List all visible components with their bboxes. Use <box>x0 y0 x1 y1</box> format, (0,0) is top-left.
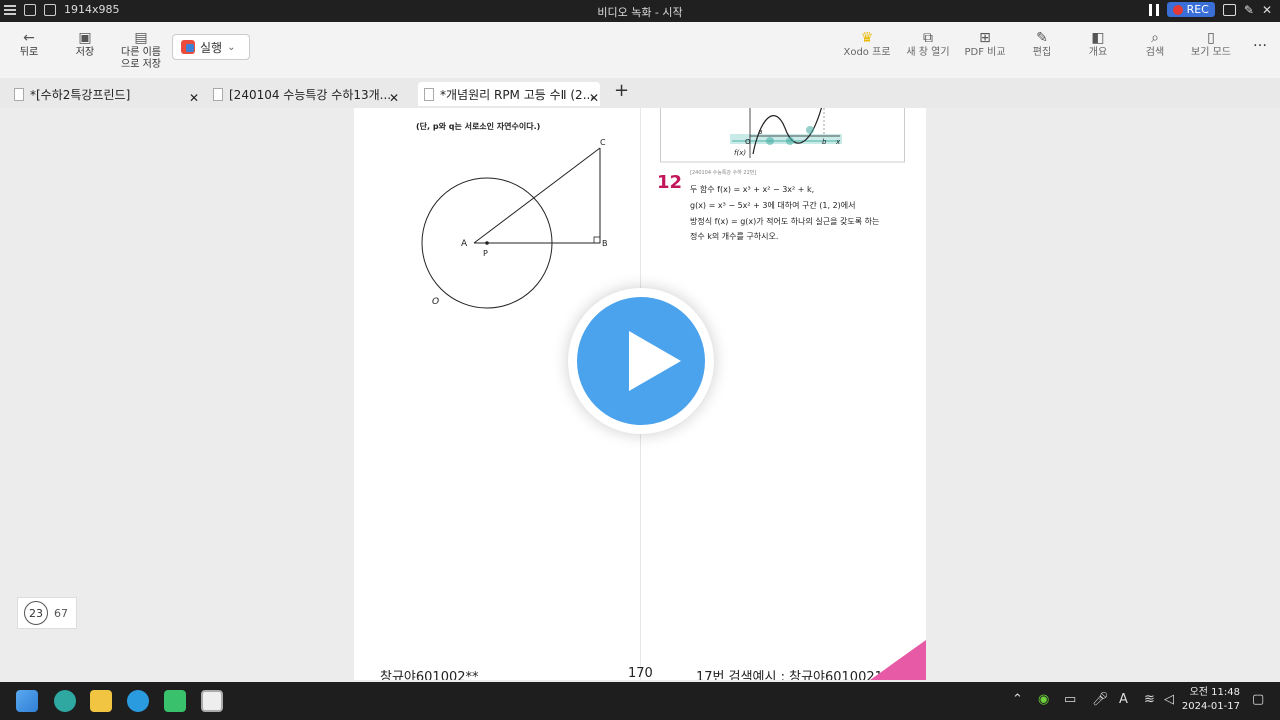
taskbar: ⌃ ◉ ▭ 🎤︎ A ≋ ◁ 오전 11:48 2024-01-17 ▢ <box>0 682 1280 720</box>
toolbar: ← 뒤로 ▣ 저장 ▤ 다른 이름 으로 저장 실행 ⌄ ♛ Xodo 프로 ⧉… <box>0 22 1280 78</box>
label-c: C <box>600 138 606 147</box>
chevron-up-icon[interactable]: ⌃ <box>1012 692 1023 707</box>
record-icon <box>1172 4 1183 15</box>
play-button[interactable] <box>568 288 714 434</box>
new-window-button[interactable]: ⧉ 새 창 열기 <box>903 30 953 59</box>
tab-2[interactable]: [240104 수능특강 수하13개... <box>213 82 391 106</box>
chat-app-icon[interactable] <box>164 690 186 712</box>
question-number: 12 <box>657 172 683 193</box>
tab-1[interactable]: *[수하2특강프린드] <box>14 82 130 106</box>
xodo-pro-button[interactable]: ♛ Xodo 프로 <box>842 30 892 59</box>
folder-icon[interactable] <box>90 690 112 712</box>
circle-diagram: A P B C O <box>421 138 608 309</box>
save-as-icon: ▤ <box>134 30 148 46</box>
label-p: P <box>483 249 488 258</box>
outline-button[interactable]: ◧ 개요 <box>1078 30 1118 59</box>
pause-icon[interactable] <box>1148 3 1159 16</box>
panel-icon: ◧ <box>1091 30 1105 46</box>
save-icon: ▣ <box>78 30 92 46</box>
document-icon <box>424 87 434 101</box>
pdf-compare-button[interactable]: ⊞ PDF 비교 <box>960 30 1010 59</box>
label-b: B <box>602 239 608 248</box>
document-icon <box>213 87 223 101</box>
more-button[interactable]: … <box>1248 35 1272 49</box>
pen-icon[interactable]: ✎ <box>1244 3 1254 17</box>
clock[interactable]: 오전 11:48 2024-01-17 <box>1182 686 1240 714</box>
question-line-3: 방정식 f(x) = g(x)가 적어도 하나의 실근을 갖도록 하는 <box>690 217 880 226</box>
compare-icon: ⊞ <box>979 30 991 46</box>
crown-icon: ♛ <box>860 30 874 46</box>
footer-left: 창규야601002** <box>380 670 479 680</box>
notification-icon[interactable]: ▢ <box>1252 692 1264 707</box>
graph-label-x: x <box>835 138 841 146</box>
close-tab-icon[interactable]: ✕ <box>389 86 399 110</box>
page-counter[interactable]: 23 67 <box>17 597 77 629</box>
run-button[interactable]: 실행 ⌄ <box>172 34 250 60</box>
start-icon[interactable] <box>16 690 38 712</box>
question-source: [240104 수능특강 수하 22번] <box>690 170 757 176</box>
view-mode-button[interactable]: ▯ 보기 모드 <box>1186 30 1236 59</box>
save-as-button[interactable]: ▤ 다른 이름 으로 저장 <box>116 30 166 71</box>
tab-bar: *[수하2특강프린드] ✕ [240104 수능특강 수하13개... ✕ *개… <box>0 78 1280 108</box>
status-icon[interactable]: ◉ <box>1038 692 1049 707</box>
rec-button[interactable]: REC <box>1166 2 1215 17</box>
graph-label-o: O <box>745 138 751 146</box>
search-button[interactable]: ⌕ 검색 <box>1135 30 1175 59</box>
close-icon[interactable]: ✕ <box>1262 3 1272 17</box>
label-a: A <box>461 239 468 249</box>
question-line-2: g(x) = x³ − 5x² + 3에 대하여 구간 (1, 2)에서 <box>690 201 856 210</box>
wifi-icon[interactable]: ≋ <box>1144 692 1155 707</box>
new-window-icon: ⧉ <box>923 30 933 46</box>
graph-label-fx: f(x) <box>734 149 746 157</box>
total-pages: 67 <box>54 606 68 620</box>
volume-icon[interactable]: ◁ <box>1164 692 1174 707</box>
edge-icon[interactable] <box>127 690 149 712</box>
corner-decoration <box>870 640 926 680</box>
footer-page-number: 170 <box>628 666 653 680</box>
graph-label-b: b <box>822 138 827 146</box>
close-tab-icon[interactable]: ✕ <box>189 86 199 110</box>
view-mode-icon: ▯ <box>1207 30 1215 46</box>
label-o: O <box>432 297 439 307</box>
search-icon: ⌕ <box>1151 30 1159 46</box>
save-button[interactable]: ▣ 저장 <box>70 30 100 59</box>
office-apps-icon <box>181 40 195 54</box>
current-page: 23 <box>24 601 48 625</box>
arrow-left-icon: ← <box>23 30 35 46</box>
mic-icon[interactable]: 🎤︎ <box>1092 692 1109 707</box>
edit-button[interactable]: ✎ 편집 <box>1022 30 1062 59</box>
question-line-1: 두 함수 f(x) = x³ + x² − 3x² + k, <box>690 185 815 194</box>
play-icon <box>629 331 681 391</box>
close-tab-icon[interactable]: ✕ <box>589 86 599 110</box>
question-line-4: 정수 k의 개수를 구하시오. <box>690 232 779 241</box>
camera-icon[interactable] <box>1222 3 1236 16</box>
tab-3[interactable]: *개념원리 RPM 고등 수Ⅱ (2... <box>418 82 601 106</box>
function-graph: a b x O f(x) <box>660 108 905 163</box>
recorder-title: 비디오 녹화 - 시작 <box>597 6 683 19</box>
chevron-down-icon: ⌄ <box>227 41 236 53</box>
bird-app-icon[interactable] <box>54 690 76 712</box>
graph-label-a: a <box>758 128 762 136</box>
document-icon <box>14 87 24 101</box>
back-button[interactable]: ← 뒤로 <box>14 30 44 59</box>
footer-right: 17번 검색예시 : 창규야60100217 <box>696 670 892 680</box>
new-tab-button[interactable]: + <box>614 80 629 101</box>
edit-icon: ✎ <box>1036 30 1048 46</box>
xodo-app-icon[interactable] <box>201 690 223 712</box>
cast-icon[interactable]: ▭ <box>1064 692 1076 707</box>
ime-indicator[interactable]: A <box>1119 692 1128 707</box>
recorder-bar: 1914x985 비디오 녹화 - 시작 REC ✎ ✕ <box>0 0 1280 22</box>
